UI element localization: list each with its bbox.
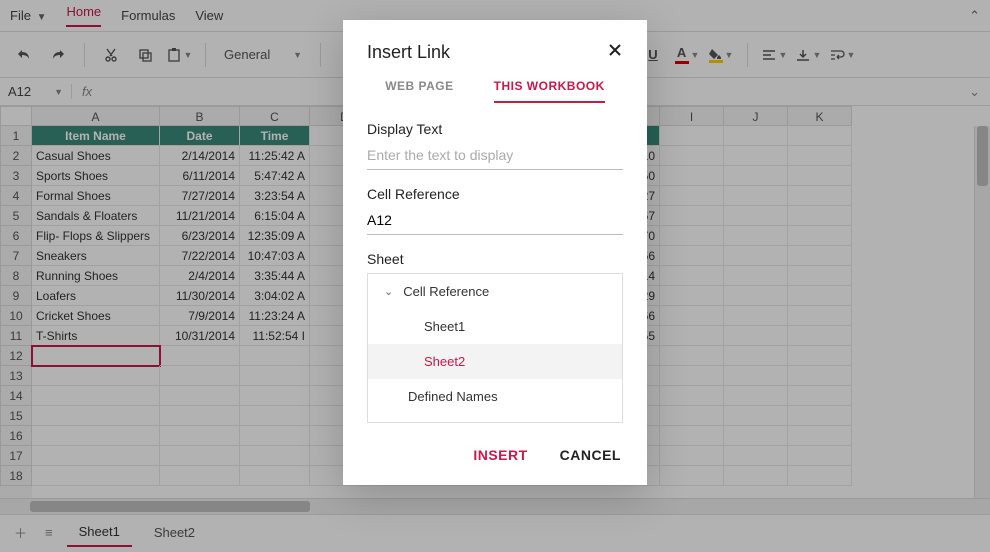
dialog-title: Insert Link (367, 42, 450, 63)
insert-link-dialog: Insert Link WEB PAGE THIS WORKBOOK Displ… (343, 20, 647, 485)
sheet-label: Sheet (367, 251, 623, 267)
cell-reference-input[interactable] (367, 206, 623, 235)
display-text-label: Display Text (367, 121, 623, 137)
sheet-tree: ⌄ Cell Reference Sheet1 Sheet2 Defined N… (367, 273, 623, 423)
chevron-down-icon: ⌄ (384, 285, 393, 298)
cancel-button[interactable]: CANCEL (558, 443, 623, 467)
tab-this-workbook[interactable]: THIS WORKBOOK (494, 79, 605, 103)
tree-node-cell-reference[interactable]: ⌄ Cell Reference (368, 274, 622, 309)
tree-node-defined-names[interactable]: Defined Names (368, 379, 622, 414)
display-text-input[interactable] (367, 141, 623, 170)
dialog-close-button[interactable] (607, 42, 623, 63)
tab-web-page[interactable]: WEB PAGE (385, 79, 453, 103)
tree-node-sheet2[interactable]: Sheet2 (368, 344, 622, 379)
cell-reference-label: Cell Reference (367, 186, 623, 202)
tree-node-sheet1[interactable]: Sheet1 (368, 309, 622, 344)
insert-button[interactable]: INSERT (471, 443, 529, 467)
